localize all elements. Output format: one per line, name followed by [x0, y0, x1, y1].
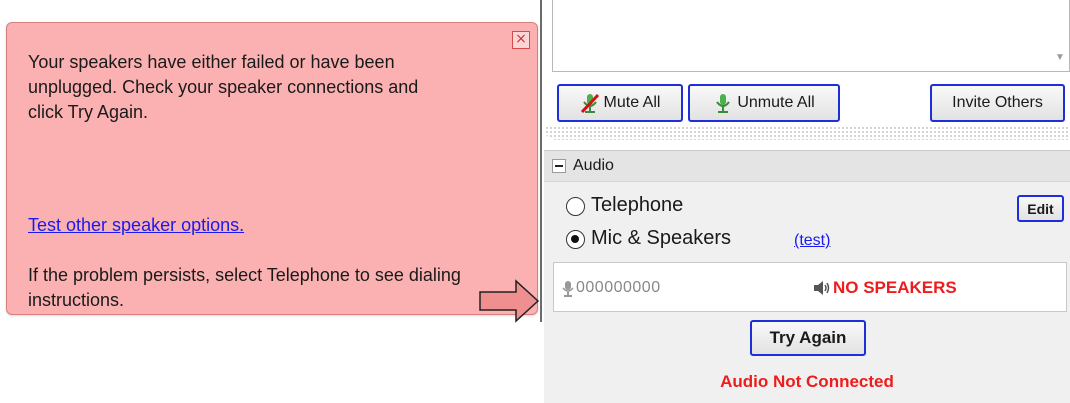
mic-level-meter: 000000000: [576, 279, 661, 296]
mic-speakers-label[interactable]: Mic & Speakers: [591, 227, 731, 250]
speaker-icon: [814, 281, 830, 295]
mic-muted-icon: [580, 93, 599, 114]
speaker-status: NO SPEAKERS: [833, 278, 957, 297]
mute-all-button[interactable]: Mute All: [557, 84, 683, 122]
mic-icon: [562, 281, 574, 297]
audio-header: [544, 150, 1070, 182]
telephone-label[interactable]: Telephone: [591, 194, 683, 217]
try-again-button[interactable]: Try Again: [750, 320, 866, 356]
mic-icon: [716, 94, 731, 113]
speaker-error-callout: × Your speakers have either failed or ha…: [6, 22, 540, 323]
telephone-radio[interactable]: [566, 197, 585, 216]
panel-divider: [540, 0, 542, 322]
close-icon[interactable]: ×: [512, 31, 530, 49]
callout-message: Your speakers have either failed or have…: [28, 52, 419, 122]
scroll-down-icon[interactable]: ▼: [1055, 53, 1065, 63]
invite-others-button[interactable]: Invite Others: [930, 84, 1065, 122]
test-audio-link[interactable]: (test): [794, 232, 830, 250]
participants-list[interactable]: ▼: [552, 0, 1070, 72]
unmute-all-label: Unmute All: [737, 94, 815, 111]
try-again-label: Try Again: [769, 328, 847, 347]
section-separator: [545, 126, 1070, 140]
mic-speakers-radio[interactable]: [566, 230, 585, 249]
invite-others-label: Invite Others: [952, 94, 1043, 111]
callout-persist-message: If the problem persists, select Telephon…: [28, 265, 461, 310]
arrow-right-icon: [479, 279, 540, 323]
edit-label: Edit: [1027, 200, 1054, 217]
edit-button[interactable]: Edit: [1017, 195, 1064, 222]
audio-connection-status: Audio Not Connected: [720, 372, 894, 391]
collapse-icon[interactable]: [552, 159, 566, 173]
audio-title: Audio: [573, 157, 614, 174]
mute-all-label: Mute All: [603, 94, 661, 111]
test-speaker-options-link[interactable]: Test other speaker options.: [28, 213, 244, 238]
unmute-all-button[interactable]: Unmute All: [688, 84, 840, 122]
